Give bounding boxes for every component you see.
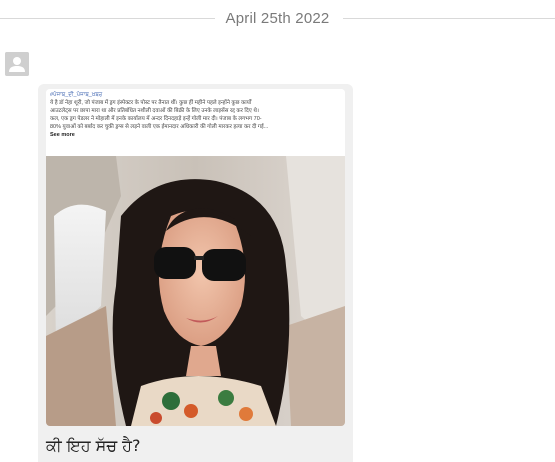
- shared-image-attachment[interactable]: #ਪੰਜਾਬ_ਦੀ_ਪੰਜਾਬ_ਖ਼ਬਰ ये है डॉ नेहा शूरी,…: [46, 89, 345, 426]
- post-text-line: आउटलेट्स पर छापा मारा था और प्रतिबंधित न…: [50, 108, 259, 114]
- see-more-link: See more: [50, 132, 75, 138]
- post-text-line: ये है डॉ नेहा शूरी, जो पंजाब में ड्रग इं…: [50, 100, 252, 106]
- divider-line-left: [0, 18, 215, 19]
- post-text-line: 80% युवाओं को बर्बाद कर चुकी ड्रग्स से ल…: [50, 124, 269, 130]
- message-caption: ਕੀ ਇਹ ਸੱਚ ਹੈ?: [46, 436, 141, 455]
- date-divider: April 25th 2022: [0, 0, 555, 36]
- date-label: April 25th 2022: [219, 9, 336, 27]
- post-hashtags: #ਪੰਜਾਬ_ਦੀ_ਪੰਜਾਬ_ਖ਼ਬਰ: [50, 92, 103, 98]
- post-text-screenshot: #ਪੰਜਾਬ_ਦੀ_ਪੰਜਾਬ_ਖ਼ਬਰ ये है डॉ नेहा शूरी,…: [46, 89, 345, 156]
- user-avatar-icon[interactable]: [5, 52, 29, 76]
- portrait-photo: [46, 156, 345, 426]
- divider-line-right: [343, 18, 555, 19]
- post-text-line: कल, एक ड्रग पेडलर ने मोहाली में इनके कार…: [50, 116, 262, 122]
